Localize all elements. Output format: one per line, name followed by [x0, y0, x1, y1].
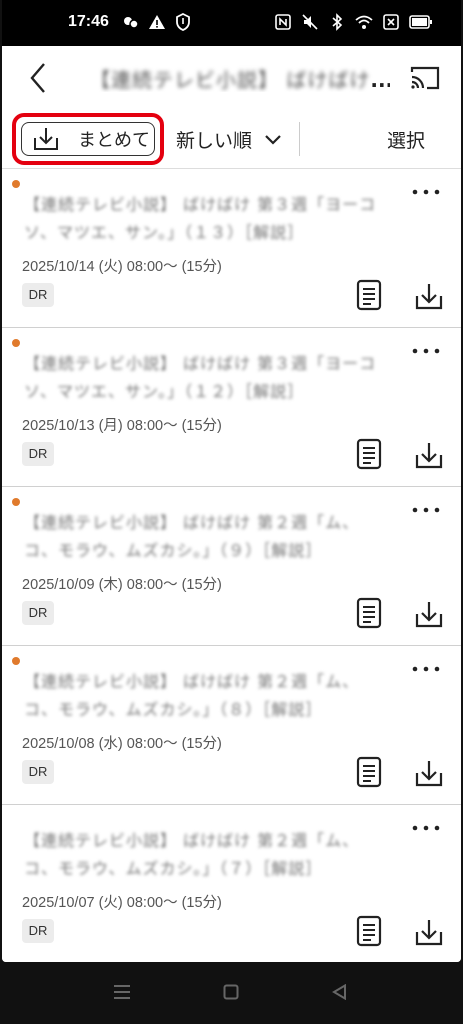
- more-options-icon[interactable]: [411, 505, 441, 515]
- download-icon: [34, 128, 58, 150]
- download-icon[interactable]: [414, 440, 444, 470]
- warning-icon: [149, 15, 165, 29]
- episode-date: 2025/10/09 (木) 08:00～ (15分): [22, 577, 222, 593]
- dr-badge: DR: [22, 919, 54, 943]
- wifi-icon: [355, 15, 373, 29]
- document-icon[interactable]: [356, 279, 382, 311]
- chevron-down-icon: [265, 134, 281, 145]
- episode-date: 2025/10/07 (火) 08:00～ (15分): [22, 895, 222, 911]
- app-bar: 【連続テレビ小説】 ばけばけ...: [2, 46, 461, 110]
- more-options-icon[interactable]: [411, 346, 441, 356]
- nfc-icon: [275, 14, 291, 30]
- dr-badge: DR: [22, 442, 54, 466]
- episode-date: 2025/10/13 (月) 08:00～ (15分): [22, 418, 222, 434]
- document-icon[interactable]: [356, 756, 382, 788]
- episode-title: 【連続テレビ小説】 ばけばけ 第２週「ム、コ、モラウ、ムズカシ。」（７）［解説］: [24, 831, 360, 878]
- dr-badge: DR: [22, 283, 54, 307]
- download-icon[interactable]: [414, 758, 444, 788]
- toolbar-divider: [299, 122, 300, 156]
- document-icon[interactable]: [356, 438, 382, 470]
- dr-badge: DR: [22, 760, 54, 784]
- battery-icon: [409, 15, 432, 29]
- back-arrow-icon[interactable]: [24, 60, 56, 96]
- select-button[interactable]: 選択: [387, 126, 425, 153]
- list-item[interactable]: 【連続テレビ小説】 ばけばけ 第２週「ム、コ、モラウ、ムズカシ。」（８）［解説］…: [2, 646, 461, 805]
- more-options-icon[interactable]: [411, 187, 441, 197]
- menu-icon[interactable]: [113, 984, 131, 1000]
- link-icon: [124, 17, 139, 29]
- unwatched-dot: [12, 657, 20, 665]
- system-nav-bar: [0, 962, 463, 1024]
- download-icon[interactable]: [414, 281, 444, 311]
- unwatched-dot: [12, 498, 20, 506]
- document-icon[interactable]: [356, 597, 382, 629]
- unwatched-dot: [12, 180, 20, 188]
- document-icon[interactable]: [356, 915, 382, 947]
- cast-icon[interactable]: [409, 64, 441, 92]
- home-icon[interactable]: [223, 984, 239, 1000]
- list-item[interactable]: 【連続テレビ小説】 ばけばけ 第３週「ヨーコソ、マツエ、サン。」（１２）［解説］…: [2, 328, 461, 487]
- bulk-download-button[interactable]: まとめて: [21, 122, 155, 156]
- sort-label: 新しい順: [176, 130, 253, 152]
- download-icon[interactable]: [414, 599, 444, 629]
- episode-title: 【連続テレビ小説】 ばけばけ 第２週「ム、コ、モラウ、ムズカシ。」（８）［解説］: [24, 672, 360, 719]
- sort-dropdown[interactable]: 新しい順: [176, 126, 282, 153]
- mute-icon: [302, 14, 318, 30]
- title-ellipsis: ...: [370, 68, 390, 92]
- more-options-icon[interactable]: [411, 823, 441, 833]
- back-nav-icon[interactable]: [332, 984, 348, 1000]
- app-screen: 17:46 【連続テレビ小説】 ばけばけ...: [2, 0, 461, 962]
- list-item[interactable]: 【連続テレビ小説】 ばけばけ 第３週「ヨーコソ、マツエ、サン。」（１３）［解説］…: [2, 169, 461, 328]
- bluetooth-icon: [332, 13, 343, 31]
- x-box-icon: [383, 14, 399, 30]
- list-item[interactable]: 【連続テレビ小説】 ばけばけ 第２週「ム、コ、モラウ、ムズカシ。」（７）［解説］…: [2, 805, 461, 962]
- more-options-icon[interactable]: [411, 664, 441, 674]
- episode-date: 2025/10/08 (水) 08:00～ (15分): [22, 736, 222, 752]
- episode-title: 【連続テレビ小説】 ばけばけ 第２週「ム、コ、モラウ、ムズカシ。」（９）［解説］: [24, 513, 360, 560]
- list-toolbar: まとめて 新しい順 選択: [2, 110, 461, 169]
- list-item[interactable]: 【連続テレビ小説】 ばけばけ 第２週「ム、コ、モラウ、ムズカシ。」（９）［解説］…: [2, 487, 461, 646]
- shield-icon: [176, 13, 190, 31]
- page-title: 【連続テレビ小説】 ばけばけ...: [90, 64, 390, 92]
- phone-frame: 17:46 【連続テレビ小説】 ばけばけ...: [0, 0, 463, 1024]
- episode-list: 【連続テレビ小説】 ばけばけ 第３週「ヨーコソ、マツエ、サン。」（１３）［解説］…: [2, 169, 461, 962]
- episode-date: 2025/10/14 (火) 08:00～ (15分): [22, 259, 222, 275]
- dr-badge: DR: [22, 601, 54, 625]
- download-icon[interactable]: [414, 917, 444, 947]
- status-bar: 17:46: [2, 0, 461, 46]
- episode-title: 【連続テレビ小説】 ばけばけ 第３週「ヨーコソ、マツエ、サン。」（１３）［解説］: [24, 195, 377, 242]
- status-time: 17:46: [68, 13, 109, 30]
- highlight-frame: まとめて: [12, 113, 164, 165]
- episode-title: 【連続テレビ小説】 ばけばけ 第３週「ヨーコソ、マツエ、サン。」（１２）［解説］: [24, 354, 377, 401]
- bulk-download-label: まとめて: [78, 130, 150, 151]
- page-title-text: 【連続テレビ小説】 ばけばけ: [90, 68, 371, 92]
- unwatched-dot: [12, 339, 20, 347]
